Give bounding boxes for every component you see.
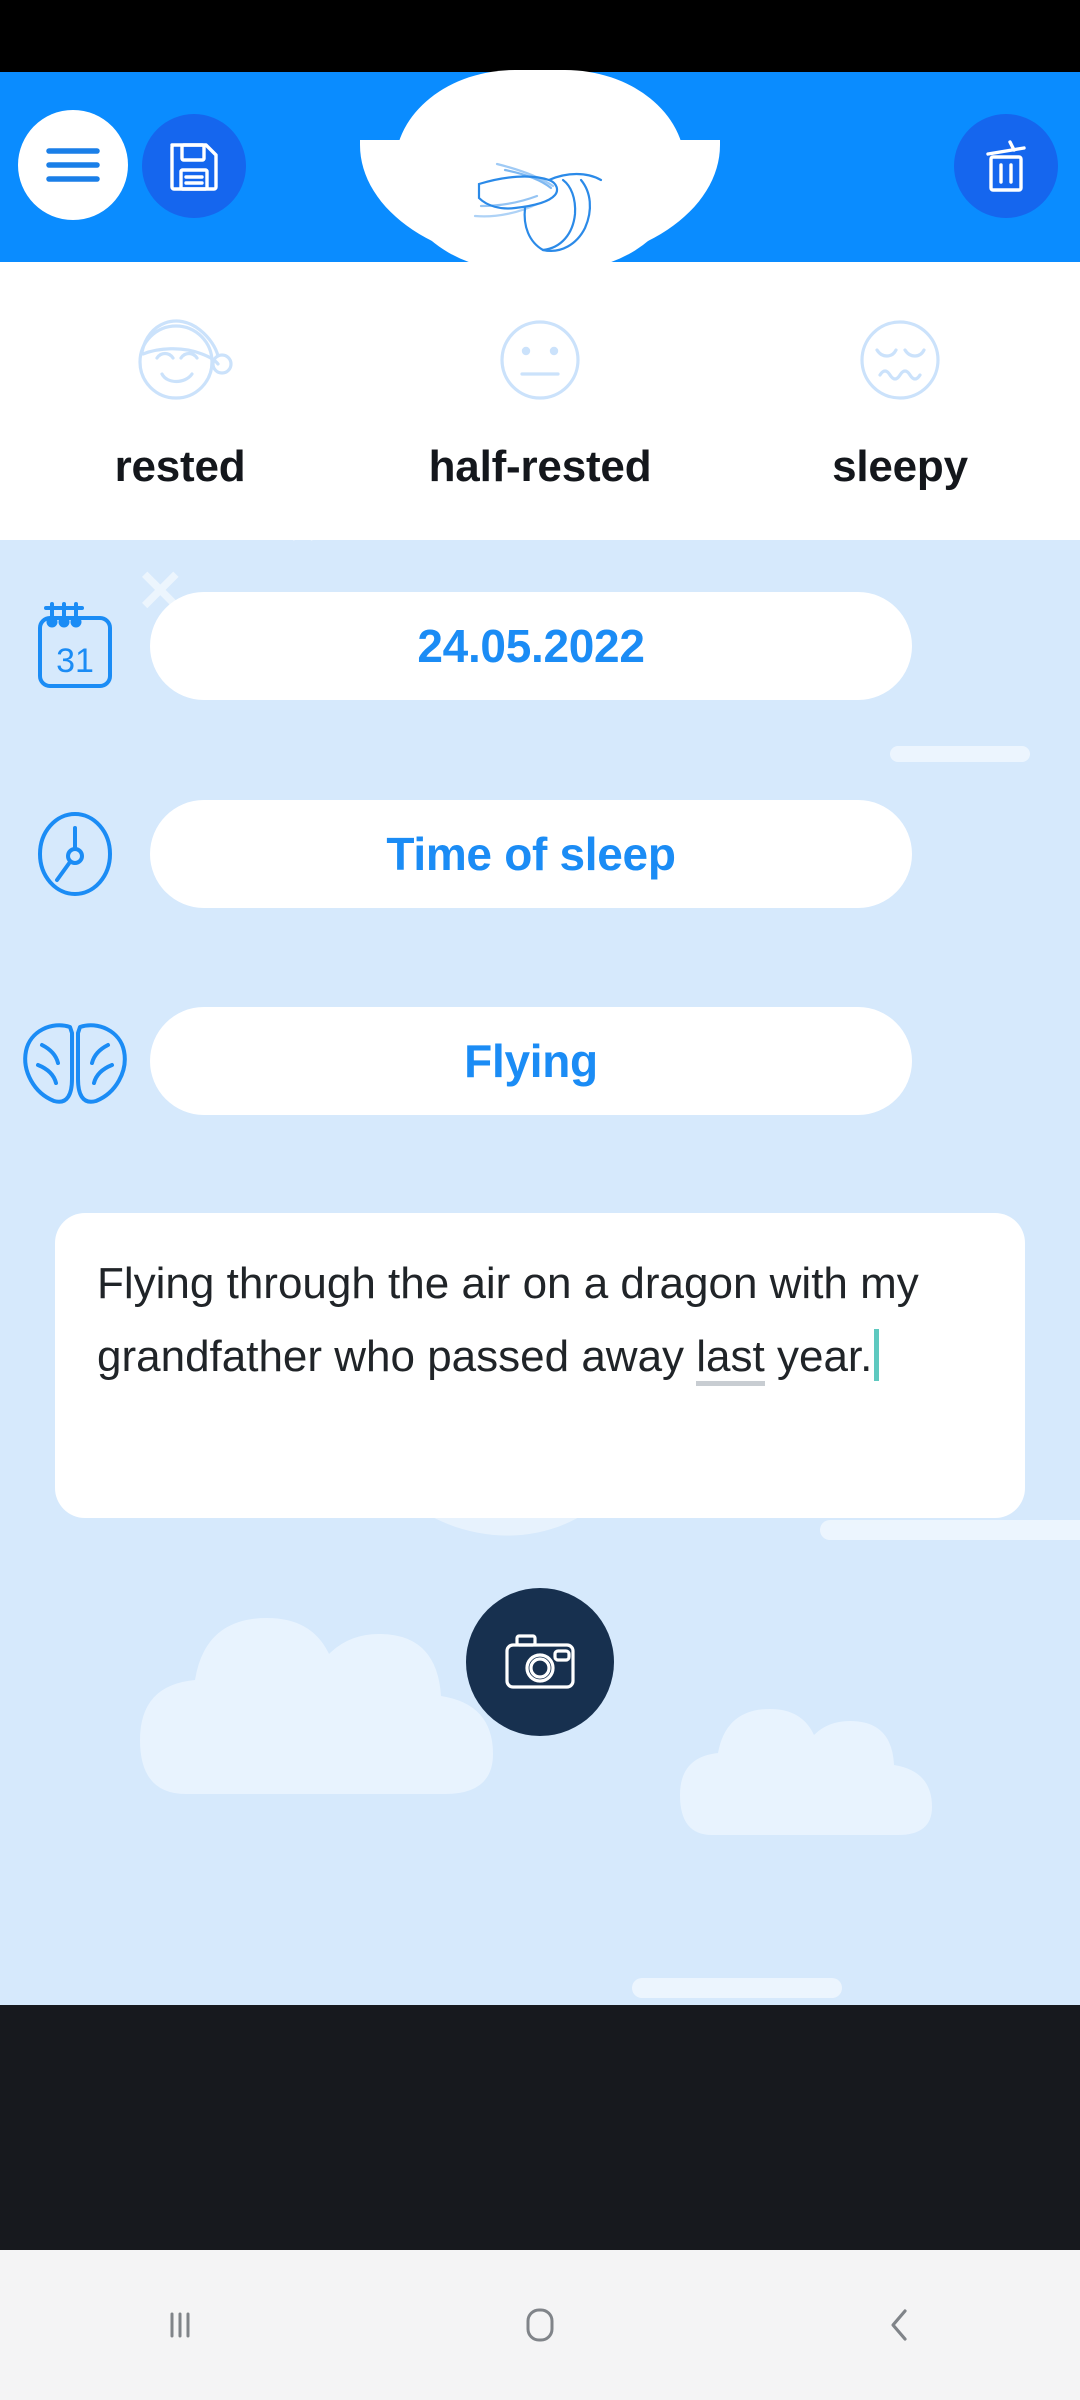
time-value: Time of sleep xyxy=(386,828,676,880)
keyboard-placeholder-area xyxy=(0,2005,1080,2250)
mood-option-rested[interactable]: rested xyxy=(0,262,360,540)
system-navigation-bar xyxy=(0,2250,1080,2400)
mood-label: rested xyxy=(114,442,246,491)
mood-option-half-rested[interactable]: half-rested xyxy=(360,262,720,540)
calendar-icon: 31 xyxy=(38,602,112,688)
nav-recents-button[interactable] xyxy=(0,2303,360,2347)
clock-icon xyxy=(38,812,112,896)
sleeping-face-nightcap-icon xyxy=(138,319,233,400)
app-header xyxy=(0,70,1080,270)
clock-icon-wrap xyxy=(0,808,150,900)
date-field[interactable]: 24.05.2022 xyxy=(150,592,912,700)
dream-type-field-row[interactable]: Flying xyxy=(0,995,1080,1127)
note-text-spellcheck: last xyxy=(696,1332,765,1386)
save-icon xyxy=(170,143,218,191)
wings-icon xyxy=(23,1023,127,1104)
home-icon xyxy=(526,2308,554,2342)
time-field[interactable]: Time of sleep xyxy=(150,800,912,908)
date-value: 24.05.2022 xyxy=(417,620,645,672)
content-area: ✕ ✕ ✕ ✦ 31 xyxy=(0,540,1080,2005)
back-chevron-icon xyxy=(891,2309,907,2341)
wings-icon-wrap xyxy=(0,1015,150,1107)
menu-button[interactable] xyxy=(18,110,128,220)
sleepy-face-icon xyxy=(860,320,940,400)
dream-type-field[interactable]: Flying xyxy=(150,1007,912,1115)
note-text-after: year. xyxy=(764,1332,873,1381)
mood-label: half-rested xyxy=(428,442,652,491)
trash-icon xyxy=(986,140,1026,192)
menu-icon xyxy=(46,148,100,182)
neutral-face-icon xyxy=(500,320,580,400)
recents-icon xyxy=(170,2312,190,2338)
camera-button[interactable] xyxy=(466,1588,614,1736)
nav-back-button[interactable] xyxy=(720,2301,1080,2349)
hummingbird-logo xyxy=(473,162,603,252)
sparkle-decoration: ✕ xyxy=(286,540,320,550)
calendar-icon-wrap: 31 xyxy=(0,600,150,692)
dream-note-card[interactable]: Flying through the air on a dragon with … xyxy=(55,1213,1025,1518)
mood-label: sleepy xyxy=(832,442,968,491)
dream-type-value: Flying xyxy=(464,1035,598,1087)
dream-note-text[interactable]: Flying through the air on a dragon with … xyxy=(97,1247,983,1393)
nav-home-button[interactable] xyxy=(360,2302,720,2348)
calendar-day-number: 31 xyxy=(56,642,94,680)
save-button[interactable] xyxy=(142,114,246,218)
line-decoration xyxy=(890,746,1030,762)
time-field-row[interactable]: Time of sleep xyxy=(0,788,1080,920)
delete-button[interactable] xyxy=(954,114,1058,218)
date-field-row[interactable]: 31 24.05.2022 xyxy=(0,580,1080,712)
mood-option-sleepy[interactable]: sleepy xyxy=(720,262,1080,540)
status-bar xyxy=(0,0,1080,72)
phone-screen: rested half-rested sleepy ✕ 31 24.05.202… xyxy=(0,0,1080,2400)
camera-icon xyxy=(505,1634,575,1689)
text-caret xyxy=(874,1329,880,1381)
mood-selector: rested half-rested sleepy xyxy=(0,262,1080,540)
